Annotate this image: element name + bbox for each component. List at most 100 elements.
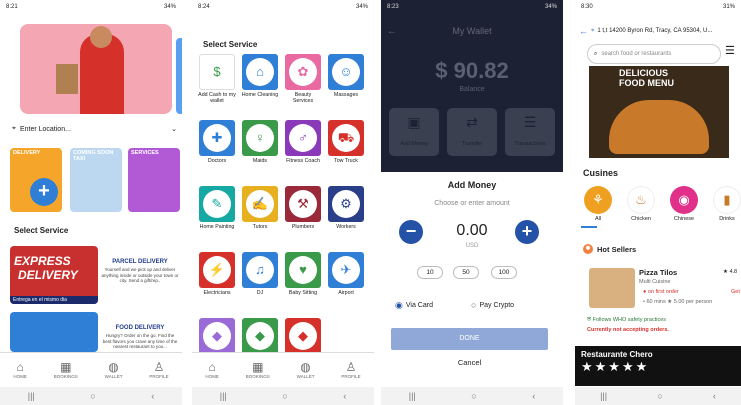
restaurant-card[interactable]: Pizza Tilos ★ 4.8 Multi Cuisine ● on fir… bbox=[583, 264, 741, 338]
tutor-icon: ✍ bbox=[246, 190, 274, 218]
amount-input[interactable]: 0.00 bbox=[427, 222, 517, 240]
home-button[interactable]: ○ bbox=[657, 391, 662, 401]
recents-button[interactable]: ||| bbox=[220, 391, 227, 401]
money-icon: ▣ bbox=[407, 114, 421, 130]
quick-amount-50[interactable]: 50 bbox=[453, 266, 479, 279]
increase-button[interactable]: + bbox=[515, 220, 539, 244]
search-input[interactable]: ⌕ search food or restaurants bbox=[587, 44, 721, 64]
beauty-icon: ✿ bbox=[289, 58, 317, 86]
service-tile[interactable]: ♀ Maids bbox=[241, 120, 279, 164]
pay-crypto-radio[interactable]: ○ Pay Crypto bbox=[471, 300, 514, 310]
service-tile[interactable]: ⚒ Plumbers bbox=[284, 186, 322, 230]
recents-button[interactable]: ||| bbox=[600, 391, 607, 401]
food-description: Hungry? Order on the go. Find the best f… bbox=[102, 333, 178, 349]
service-card-parcel[interactable]: EXPRESS DELIVERY Entrega en el mismo dia… bbox=[10, 246, 182, 304]
status-bar: 8:24 34% bbox=[192, 0, 374, 14]
location-selector[interactable]: ⌖ Enter Location... ⌄ bbox=[12, 122, 177, 136]
section-title: Select Service bbox=[203, 40, 258, 49]
action-add-money[interactable]: ▣ Add Money bbox=[389, 108, 439, 156]
done-button[interactable]: DONE bbox=[391, 328, 548, 350]
card-taxi[interactable]: COMING SOON TAXI bbox=[70, 148, 122, 212]
service-tile[interactable]: ⚙ Workers bbox=[327, 186, 365, 230]
filter-icon[interactable]: ☰ bbox=[725, 44, 741, 64]
action-transfer[interactable]: ⇄ Transfer bbox=[447, 108, 497, 156]
service-card-food[interactable]: FOOD DELIVERY Hungry? Order on the go. Fi… bbox=[10, 312, 182, 366]
cuisine-icon: ⚘ bbox=[584, 186, 612, 214]
cuisine-item[interactable]: ♨ Chicken bbox=[624, 186, 658, 222]
service-tile[interactable]: ⌂ Home Cleaning bbox=[241, 54, 279, 98]
service-label: Beauty Services bbox=[292, 92, 314, 105]
service-label: Electricians bbox=[203, 290, 231, 296]
back-arrow-icon[interactable]: ← bbox=[579, 26, 588, 36]
service-label: Fitness Coach bbox=[286, 158, 320, 164]
cancel-button[interactable]: Cancel bbox=[391, 358, 548, 367]
back-button[interactable]: ‹ bbox=[713, 391, 716, 401]
system-nav: ||| ○ ‹ bbox=[575, 387, 741, 405]
restaurant-image bbox=[589, 268, 635, 308]
service-tile[interactable]: ◆ bbox=[198, 318, 236, 356]
hero-banner[interactable] bbox=[20, 24, 172, 114]
cuisine-item[interactable]: ▮ Drinks bbox=[710, 186, 741, 222]
service-tile[interactable]: $ Add Cash to my wallet bbox=[198, 54, 236, 105]
food-title: FOOD DELIVERY bbox=[115, 325, 165, 331]
back-button[interactable]: ‹ bbox=[151, 391, 154, 401]
service-tile[interactable]: ✚ Doctors bbox=[198, 120, 236, 164]
pay-via-card-radio[interactable]: ◉ Via Card bbox=[395, 300, 433, 311]
nav-home[interactable]: ⌂ HOME bbox=[205, 360, 219, 379]
nav-wallet[interactable]: ◍ WALLET bbox=[297, 360, 315, 379]
service-tile[interactable]: ✿ Beauty Services bbox=[284, 54, 322, 105]
recents-button[interactable]: ||| bbox=[28, 391, 35, 401]
service-tile[interactable]: ✎ Home Painting bbox=[198, 186, 236, 230]
system-nav: ||| ○ ‹ bbox=[192, 387, 374, 405]
home-button[interactable]: ○ bbox=[471, 391, 476, 401]
service-tile[interactable]: ⛟ Tow Truck bbox=[327, 120, 365, 164]
add-icon[interactable]: + bbox=[30, 178, 58, 206]
service-label: Add Cash to my wallet bbox=[198, 92, 236, 105]
phone-wallet-screen: 8:23 34% ← My Wallet $ 90.82 Balance ▣ Add… bbox=[381, 0, 563, 405]
service-tile[interactable]: ✈ Airport bbox=[327, 252, 365, 296]
service-tile[interactable]: ☺ Massages bbox=[327, 54, 365, 98]
status-battery: 34% bbox=[163, 4, 176, 10]
nav-profile[interactable]: ♙ PROFILE bbox=[341, 360, 360, 379]
service-tile[interactable]: ♥ Baby Sitting bbox=[284, 252, 322, 296]
sheet-subtitle: Choose or enter amount bbox=[434, 200, 510, 207]
nav-profile[interactable]: ♙ PROFILE bbox=[149, 360, 168, 379]
category-cards: DELIVERY + COMING SOON TAXI SERVICES bbox=[10, 148, 182, 212]
action-transactions[interactable]: ☰ Transactions bbox=[505, 108, 555, 156]
service-tile[interactable]: ✍ Tutors bbox=[241, 186, 279, 230]
status-time: 8:23 bbox=[387, 4, 399, 10]
card-delivery[interactable]: DELIVERY + bbox=[10, 148, 62, 212]
express-delivery-image: EXPRESS DELIVERY Entrega en el mismo dia bbox=[10, 246, 98, 304]
recents-button[interactable]: ||| bbox=[409, 391, 416, 401]
misc-icon: ◆ bbox=[246, 322, 274, 350]
cuisine-icon: ▮ bbox=[713, 186, 741, 214]
home-button[interactable]: ○ bbox=[90, 391, 95, 401]
cuisine-item[interactable]: ◉ Chinese bbox=[667, 186, 701, 222]
status-bar: 8:23 34% bbox=[381, 0, 563, 14]
service-label: Doctors bbox=[207, 158, 227, 164]
service-tile[interactable]: ◆ bbox=[241, 318, 279, 356]
restaurant-card-2[interactable]: Restaurante Chero ★★★★★ bbox=[575, 346, 741, 386]
service-tile[interactable]: ♫ DJ bbox=[241, 252, 279, 296]
paint-icon: ✎ bbox=[203, 190, 231, 218]
nav-wallet[interactable]: ◍ WALLET bbox=[105, 360, 123, 379]
decrease-button[interactable]: − bbox=[399, 220, 423, 244]
nav-home[interactable]: ⌂ HOME bbox=[13, 360, 27, 379]
address-bar[interactable]: ← ⌖ 1 t,t 14200 Byron Rd, Tracy, CA 95304,… bbox=[579, 26, 739, 36]
cuisine-item[interactable]: ⚘ All bbox=[581, 186, 615, 222]
location-input[interactable]: Enter Location... bbox=[20, 126, 167, 133]
service-tile[interactable]: ◆ bbox=[284, 318, 322, 356]
service-tile[interactable]: ♂ Fitness Coach bbox=[284, 120, 322, 164]
nav-bookings[interactable]: ▦ BOOKINGS bbox=[246, 360, 270, 379]
add-money-sheet: Add Money Choose or enter amount − 0.00 … bbox=[381, 172, 563, 405]
nav-bookings[interactable]: ▦ BOOKINGS bbox=[54, 360, 78, 379]
cuisines-title: Cusines bbox=[583, 168, 619, 178]
card-services[interactable]: SERVICES bbox=[128, 148, 180, 212]
back-button[interactable]: ‹ bbox=[532, 391, 535, 401]
quick-amount-100[interactable]: 100 bbox=[491, 266, 517, 279]
promo-banner[interactable]: DELICIOUS FOOD MENU bbox=[589, 66, 729, 158]
home-button[interactable]: ○ bbox=[282, 391, 287, 401]
service-tile[interactable]: ⚡ Electricians bbox=[198, 252, 236, 296]
back-button[interactable]: ‹ bbox=[343, 391, 346, 401]
quick-amount-10[interactable]: 10 bbox=[417, 266, 443, 279]
